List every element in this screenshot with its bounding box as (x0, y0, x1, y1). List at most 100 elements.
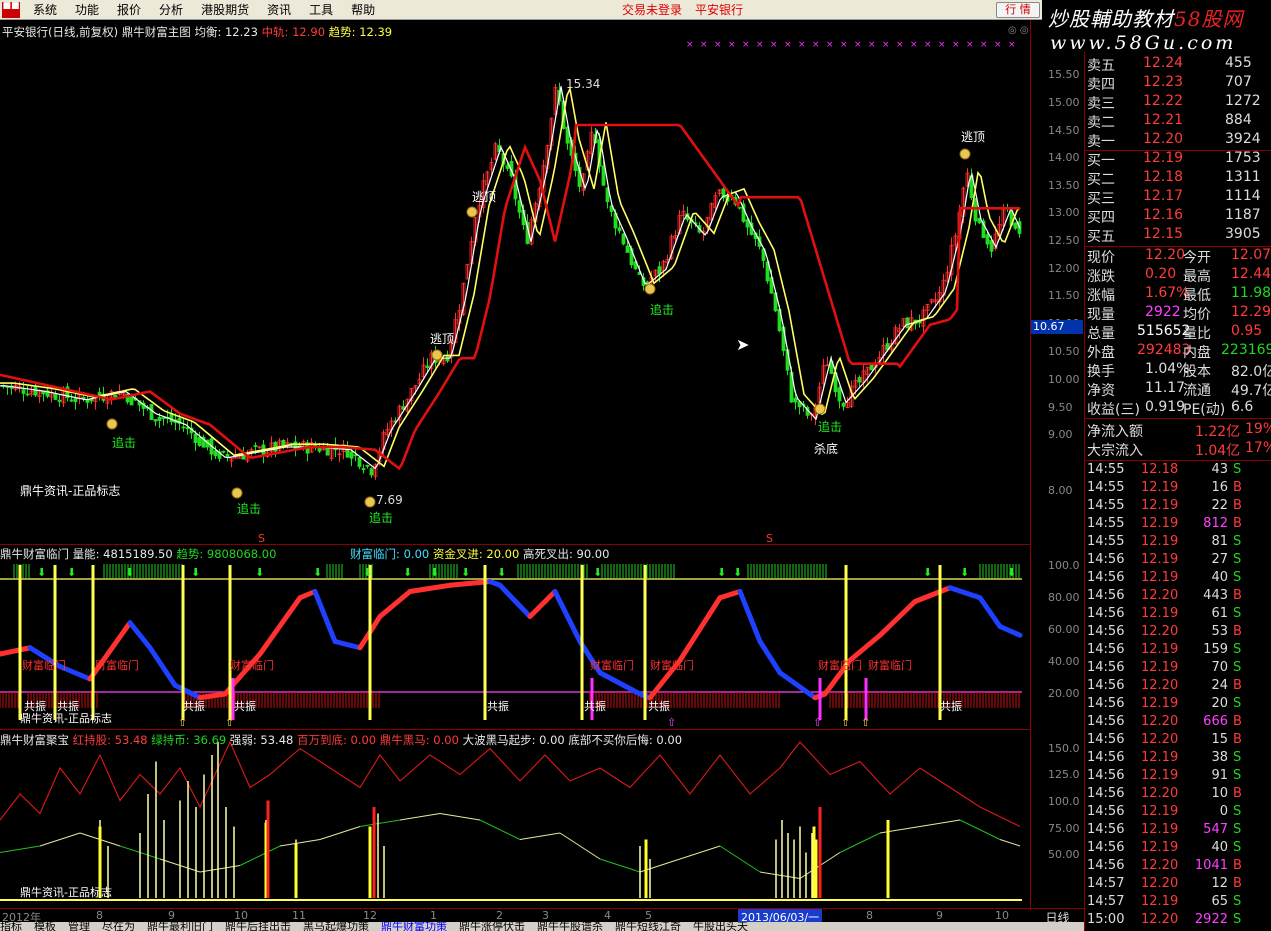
escape-top-label: 逃顶 (430, 332, 454, 346)
stat-value: 49.7亿 (1231, 383, 1271, 399)
period-selector[interactable]: 日线 (1031, 908, 1084, 925)
indicator1-trend: 趋势: 9808068.00 (176, 547, 277, 561)
down-arrow-icon: ⬇ (1007, 566, 1016, 579)
bottom-tab[interactable]: 鼎牛最利旧门 (147, 922, 213, 931)
tick-volume: 15 (1211, 732, 1228, 747)
indicator2-name: 鼎牛财富聚宝 (0, 733, 69, 747)
stat-label: 最高 (1183, 269, 1211, 285)
date-tick: 3 (542, 909, 549, 922)
date-tick: 8 (96, 909, 103, 922)
menu-info[interactable]: 资讯 (258, 1, 300, 18)
kline-chart-canvas[interactable]: × × × × × × × × × × × × × × × × × × × × × × × ×15.347.69追击追击追击追… (0, 20, 1030, 928)
menu-analysis[interactable]: 分析 (150, 1, 192, 18)
bottom-tab[interactable]: 鼎牛后挂出击 (225, 922, 291, 931)
coin-icon (106, 418, 118, 430)
candle-body (361, 468, 366, 471)
trade-login-status[interactable]: 交易未登录 (622, 1, 682, 18)
candle-body (657, 266, 662, 275)
quote-volume: 455 (1225, 55, 1252, 71)
bottom-tab[interactable]: 鼎牛牛股谱杀 (537, 922, 603, 931)
signal-marker: × (966, 40, 974, 50)
flow-row: 大宗流入 1.04亿17% (1085, 440, 1271, 459)
tick-volume: 81 (1211, 534, 1228, 549)
stat-value: 11.17 (1145, 380, 1186, 396)
tick-time: 14:55 (1087, 534, 1125, 549)
tick-side: S (1233, 696, 1242, 711)
menu-function[interactable]: 功能 (66, 1, 108, 18)
stat-value: 0.20 (1145, 266, 1177, 282)
bottom-tab[interactable]: 模板 (34, 922, 56, 931)
green-hold-line (879, 826, 921, 834)
menu-tools[interactable]: 工具 (300, 1, 342, 18)
quote-price: 12.19 (1143, 150, 1184, 166)
quote-price: 12.18 (1143, 169, 1184, 185)
wealth-wave (912, 585, 953, 604)
quote-volume: 1114 (1225, 188, 1261, 204)
indicator2-axis-tick: 50.00 (1048, 848, 1080, 861)
bottom-tab[interactable]: 尽在为 (102, 922, 135, 931)
signal-marker: × (924, 40, 932, 50)
tick-price: 12.20 (1141, 876, 1179, 891)
stat-value: 12.07 (1231, 247, 1271, 263)
candle-body (33, 386, 38, 396)
green-hold-line (279, 839, 321, 847)
bottom-tab[interactable]: 鼎牛短线江奇 (615, 922, 681, 931)
stat-label: 内盘 (1183, 345, 1211, 361)
quote-row: 卖一 12.20 3924 (1085, 131, 1271, 150)
signal-marker: × (686, 40, 694, 50)
green-hold-line (479, 819, 521, 840)
menu-quote[interactable]: 报价 (108, 1, 150, 18)
tick-price: 12.19 (1141, 606, 1179, 621)
date-axis: 2012年 8 9 10 11 12 1 2 3 4 5 2013/06/03/一 8 9 10 (0, 908, 1030, 925)
stat-label: 涨跌 (1087, 269, 1115, 285)
bottom-tab[interactable]: 管理 (68, 922, 90, 931)
wealth-wave (947, 585, 983, 601)
tick-time: 14:56 (1087, 588, 1125, 603)
quote-button[interactable]: 行 情 (996, 2, 1040, 18)
down-arrow-icon: ⬇ (960, 566, 969, 579)
bottom-tab[interactable]: 鼎牛财富功策 (381, 922, 447, 931)
quote-label: 买一 (1087, 153, 1115, 169)
tick-price: 12.20 (1141, 858, 1179, 873)
menu-system[interactable]: 系统 (24, 1, 66, 18)
tick-price: 12.19 (1141, 750, 1179, 765)
menu-bar: ■■ 系统 功能 报价 分析 港股期货 资讯 工具 帮助 交易未登录 平安银行 … (0, 0, 1042, 20)
menu-help[interactable]: 帮助 (342, 1, 384, 18)
stat-value: 223169 (1221, 342, 1271, 358)
menu-hk-futures[interactable]: 港股期货 (192, 1, 258, 18)
price-axis-tick: 15.00 (1048, 96, 1080, 109)
signal-marker: × (728, 40, 736, 50)
candle-body (353, 454, 358, 457)
tick-side: B (1233, 858, 1242, 873)
tick-row: 14:56 12.20 10 B (1085, 786, 1271, 805)
bottom-tab[interactable]: 鼎牛涨停伏击 (459, 922, 525, 931)
green-hold-line (239, 845, 281, 866)
wealth-wave (312, 589, 338, 644)
tick-volume: 22 (1211, 498, 1228, 513)
low-price-label: 7.69 (376, 493, 403, 507)
tick-side: S (1233, 894, 1242, 909)
bottom-tab[interactable]: 黑马起爆功策 (303, 922, 369, 931)
wealth-gate-label: 财富临门 (650, 658, 694, 672)
app-logo-icon: ■■ (2, 1, 20, 18)
bottom-tab[interactable]: 牛股出头天 (693, 922, 748, 931)
quote-row: 买三 12.17 1114 (1085, 188, 1271, 207)
stat-row: 现量 2922 均价 12.29 (1085, 304, 1271, 323)
up-arrow-icon: ⇧ (225, 716, 234, 729)
wealth-wave (717, 589, 743, 601)
tick-price: 12.19 (1141, 660, 1179, 675)
stat-value: 0.919 (1145, 399, 1186, 415)
candle-body (113, 394, 118, 398)
tick-row: 14:56 12.20 443 B (1085, 588, 1271, 607)
quote-volume: 3905 (1225, 226, 1261, 242)
bottom-tab[interactable]: 指标 (0, 922, 22, 931)
quote-price: 12.20 (1143, 131, 1184, 147)
quote-row: 买四 12.16 1187 (1085, 207, 1271, 226)
green-hold-line (0, 845, 41, 853)
escape-top-label: 逃顶 (472, 190, 496, 204)
wealth-wave (497, 582, 533, 619)
green-hold-line (359, 819, 401, 827)
tick-price: 12.20 (1141, 732, 1179, 747)
indicator2-wave-start: 大波黑马起步: 0.00 (462, 733, 565, 747)
flow-value: 1.22亿 (1195, 424, 1241, 440)
